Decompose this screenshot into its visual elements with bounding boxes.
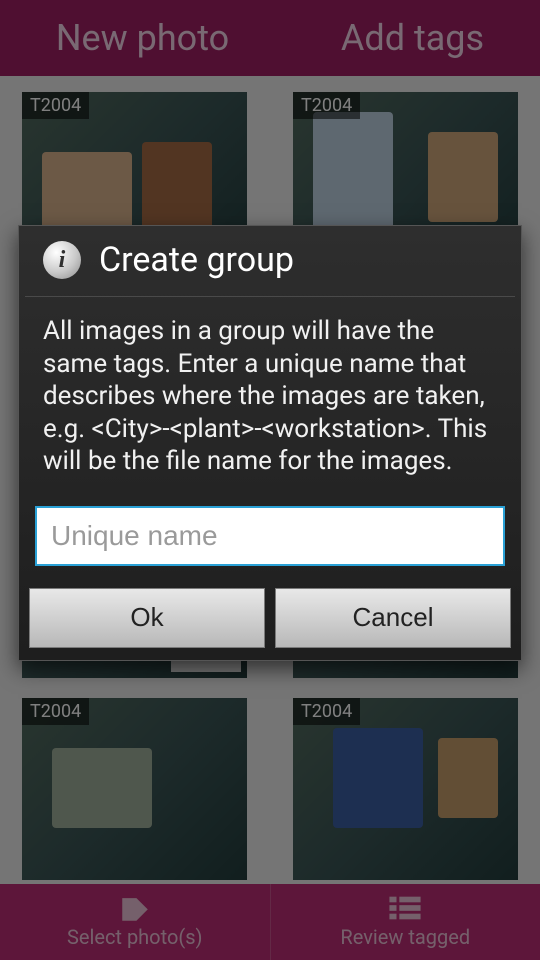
dialog-body-text: All images in a group will have the same… — [19, 297, 521, 506]
unique-name-input[interactable] — [35, 506, 505, 566]
cancel-button[interactable]: Cancel — [275, 588, 511, 648]
ok-button[interactable]: Ok — [29, 588, 265, 648]
dialog-title: Create group — [99, 240, 294, 280]
dialog-header: i Create group — [25, 226, 515, 297]
info-icon: i — [43, 241, 81, 279]
create-group-dialog: i Create group All images in a group wil… — [18, 225, 522, 661]
